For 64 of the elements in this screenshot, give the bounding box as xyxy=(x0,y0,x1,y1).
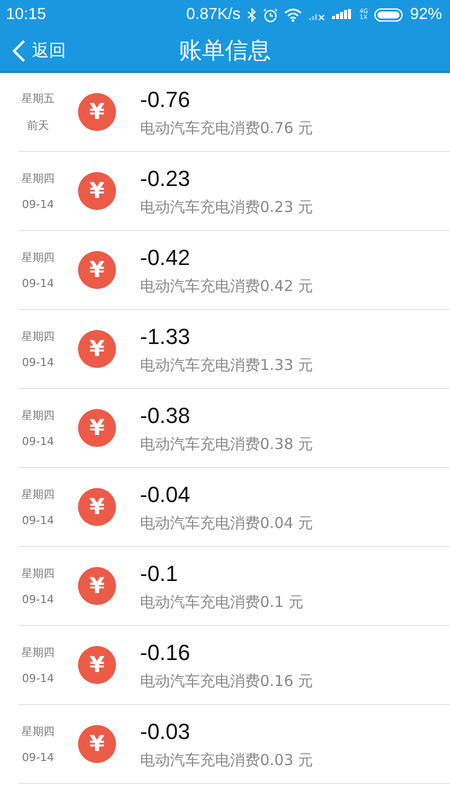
yuan-icon: ¥ xyxy=(78,646,116,684)
yuan-icon: ¥ xyxy=(78,567,116,605)
yuan-icon: ¥ xyxy=(78,330,116,368)
bill-description: 电动汽车充电消费0.76 元 xyxy=(140,118,314,138)
yuan-icon: ¥ xyxy=(78,251,116,289)
yuan-icon: ¥ xyxy=(78,488,116,526)
weekday-label: 星期五 xyxy=(22,91,54,106)
bill-description: 电动汽车充电消费0.42 元 xyxy=(140,276,314,296)
date-label: 09-14 xyxy=(22,356,54,369)
weekday-label: 星期四 xyxy=(22,329,54,344)
chevron-left-icon xyxy=(12,38,26,62)
amount: -0.38 xyxy=(140,402,192,428)
bill-description: 电动汽车充电消费0.03 元 xyxy=(140,750,314,770)
page-title: 账单信息 xyxy=(179,37,271,66)
clock: 10:15 xyxy=(6,6,46,24)
bill-item[interactable]: 星期四 09-14 ¥ -0.04 电动汽车充电消费0.04 元 xyxy=(18,468,450,547)
bill-item[interactable]: 星期四 09-14 ¥ -0.03 电动汽车充电消费0.03 元 xyxy=(18,705,450,784)
date-label: 09-14 xyxy=(22,435,54,448)
date-label: 09-14 xyxy=(22,198,54,211)
date-label: 09-14 xyxy=(22,593,54,606)
bill-description: 电动汽车充电消费1.33 元 xyxy=(140,356,314,374)
battery-level: 92% xyxy=(410,6,442,24)
weekday-label: 星期四 xyxy=(22,724,54,739)
weekday-label: 星期四 xyxy=(22,171,54,186)
amount: -0.42 xyxy=(140,244,192,270)
amount: -1.33 xyxy=(140,324,192,350)
bill-item[interactable]: 星期四 09-14 ¥ -0.42 电动汽车充电消费0.42 元 xyxy=(18,231,450,310)
yuan-icon: ¥ xyxy=(78,93,116,131)
yuan-icon: ¥ xyxy=(78,172,116,210)
wifi-icon xyxy=(284,8,302,22)
date-label: 前天 xyxy=(27,118,49,133)
amount: -0.04 xyxy=(140,482,192,508)
bill-item[interactable]: 星期四 09-14 ¥ -0.16 电动汽车充电消费0.16 元 xyxy=(18,626,450,705)
date-label: 09-14 xyxy=(22,672,54,685)
alarm-icon xyxy=(262,8,278,22)
signal-icon xyxy=(332,9,354,21)
bill-description: 电动汽车充电消费0.1 元 xyxy=(140,592,304,612)
bill-description: 电动汽车充电消费0.23 元 xyxy=(140,198,314,216)
date-label: 09-14 xyxy=(22,514,54,527)
weekday-label: 星期四 xyxy=(22,408,54,423)
battery-icon xyxy=(374,8,404,22)
date-label: 09-14 xyxy=(22,751,54,764)
amount: -0.76 xyxy=(140,86,192,112)
bill-description: 电动汽车充电消费0.04 元 xyxy=(140,514,314,532)
date-label: 09-14 xyxy=(22,277,54,290)
amount: -0.23 xyxy=(140,166,192,192)
amount: -0.1 xyxy=(140,560,179,586)
bill-item[interactable]: 星期四 09-14 ¥ -0.38 电动汽车充电消费0.38 元 xyxy=(18,389,450,468)
yuan-icon: ¥ xyxy=(78,409,116,447)
bill-description: 电动汽车充电消费0.38 元 xyxy=(140,434,314,454)
bill-item[interactable]: 星期四 09-14 ¥ -0.23 电动汽车充电消费0.23 元 xyxy=(18,152,450,231)
weekday-label: 星期四 xyxy=(22,250,54,265)
bluetooth-icon xyxy=(246,8,256,22)
amount: -0.03 xyxy=(140,718,192,744)
weekday-label: 星期四 xyxy=(22,645,54,660)
weekday-label: 星期四 xyxy=(22,566,54,581)
bill-description: 电动汽车充电消费0.16 元 xyxy=(140,672,314,690)
bill-item[interactable]: 星期五 前天 ¥ -0.76 电动汽车充电消费0.76 元 xyxy=(18,73,450,152)
bill-item[interactable]: 星期四 09-14 ¥ -0.1 电动汽车充电消费0.1 元 xyxy=(18,547,450,626)
weekday-label: 星期四 xyxy=(22,487,54,502)
amount: -0.16 xyxy=(140,640,192,666)
bill-item[interactable]: 星期四 09-14 ¥ -1.33 电动汽车充电消费1.33 元 xyxy=(18,310,450,389)
network-speed: 0.87K/s xyxy=(186,6,240,24)
yuan-icon: ¥ xyxy=(78,725,116,763)
